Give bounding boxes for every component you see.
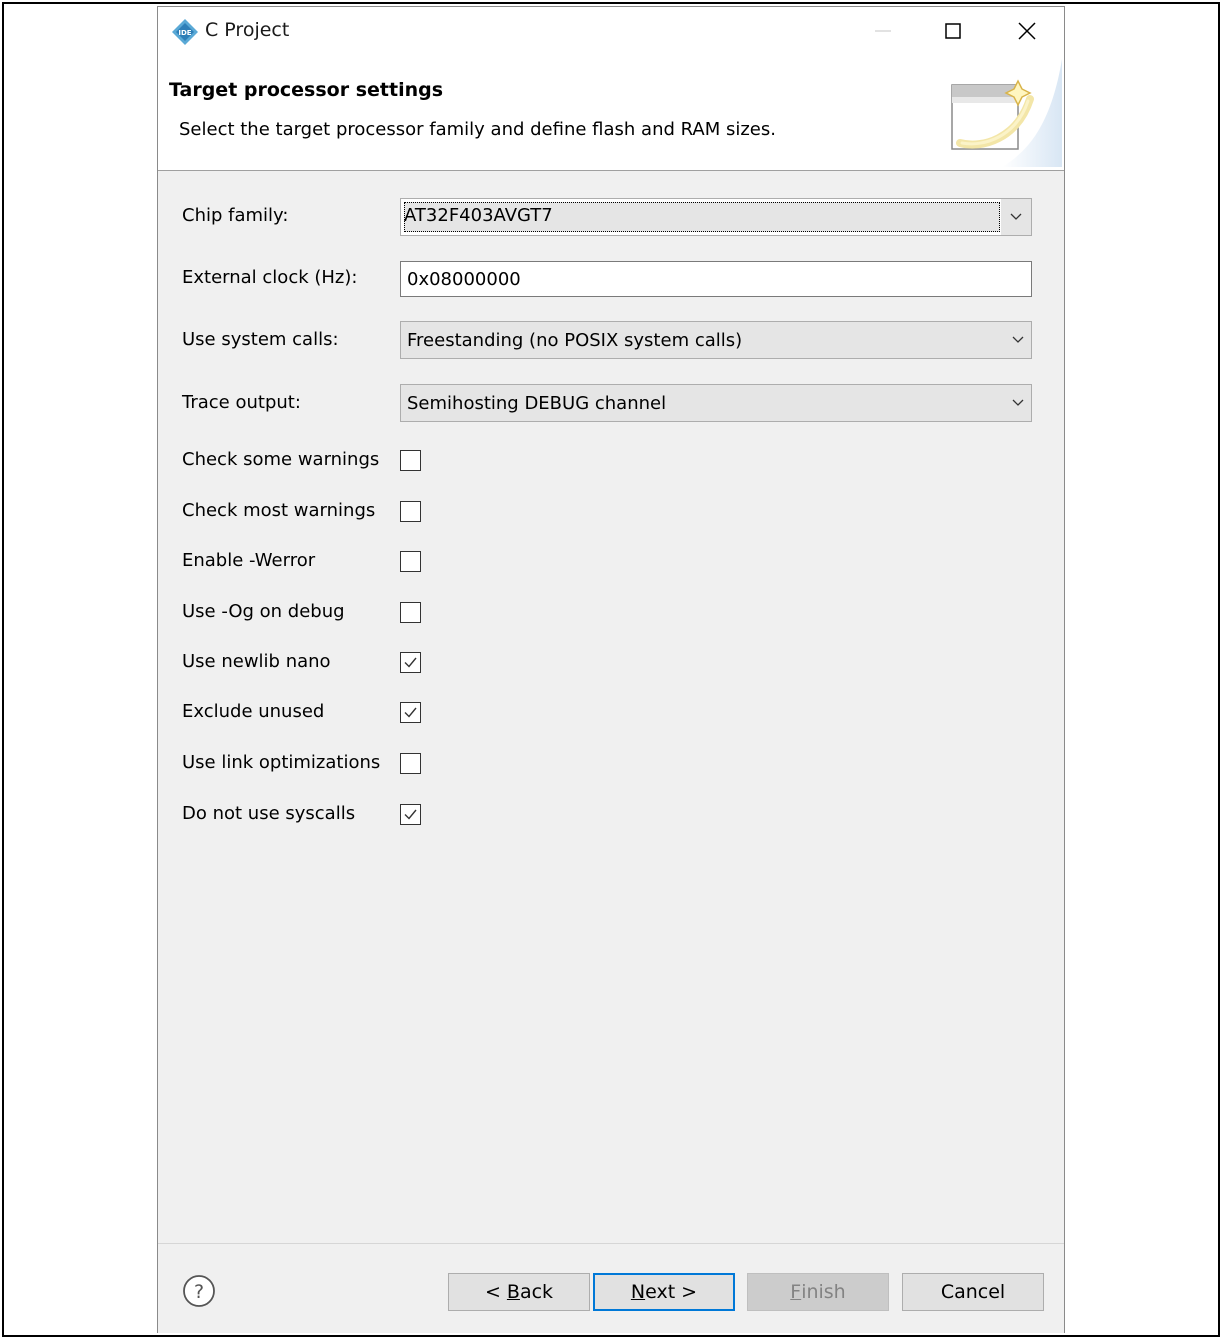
next-mnemonic: N [630, 1281, 646, 1303]
close-icon [1018, 22, 1036, 40]
do-not-use-syscalls-label: Do not use syscalls [182, 803, 356, 824]
trace-output-label: Trace output: [182, 392, 301, 413]
ide-icon: IDE [172, 19, 198, 45]
enable-werror-checkbox[interactable] [400, 551, 421, 572]
check-some-warnings-checkbox[interactable] [400, 450, 421, 471]
dropdown-button[interactable] [1001, 199, 1031, 235]
back-mnemonic: B [506, 1281, 520, 1303]
window-title: C Project [205, 19, 290, 41]
cancel-label: Cancel [940, 1281, 1006, 1303]
checkmark-icon [404, 707, 417, 718]
cancel-button[interactable]: Cancel [902, 1273, 1044, 1311]
next-rest: ext > [645, 1281, 698, 1303]
use-newlib-nano-label: Use newlib nano [182, 651, 331, 672]
chevron-down-icon [1010, 213, 1022, 220]
exclude-unused-label: Exclude unused [182, 701, 325, 722]
next-button[interactable]: Next > [593, 1273, 735, 1311]
settings-form: Chip family: AT32F403AVGT7 External cloc… [158, 171, 1064, 1243]
svg-text:?: ? [194, 1281, 204, 1303]
page-description: Select the target processor family and d… [179, 119, 776, 140]
title-bar[interactable]: IDE C Project [158, 7, 1064, 55]
check-some-warnings-label: Check some warnings [182, 449, 380, 470]
wizard-header: Target processor settings Select the tar… [158, 55, 1064, 171]
chip-family-combo[interactable]: AT32F403AVGT7 [400, 198, 1032, 236]
use-link-optimizations-label: Use link optimizations [182, 752, 381, 773]
chip-family-value: AT32F403AVGT7 [404, 205, 553, 226]
back-button[interactable]: < Back [448, 1273, 590, 1311]
minimize-icon [875, 30, 891, 32]
svg-text:IDE: IDE [178, 29, 191, 37]
enable-werror-label: Enable -Werror [182, 550, 316, 571]
help-icon[interactable]: ? [182, 1274, 216, 1308]
exclude-unused-checkbox[interactable] [400, 702, 421, 723]
chip-family-label: Chip family: [182, 205, 289, 226]
use-link-optimizations-checkbox[interactable] [400, 753, 421, 774]
maximize-button[interactable] [918, 7, 988, 55]
chevron-down-icon [1012, 336, 1024, 343]
minimize-button[interactable] [848, 7, 918, 55]
system-calls-value: Freestanding (no POSIX system calls) [407, 330, 743, 351]
trace-output-value: Semihosting DEBUG channel [407, 393, 667, 414]
finish-mnemonic: F [790, 1281, 802, 1303]
back-rest: ack [519, 1281, 554, 1303]
c-project-dialog: IDE C Project Target processor settings … [157, 6, 1065, 1333]
system-calls-select[interactable]: Freestanding (no POSIX system calls) [400, 321, 1032, 359]
check-most-warnings-label: Check most warnings [182, 500, 376, 521]
do-not-use-syscalls-checkbox[interactable] [400, 804, 421, 825]
page-title: Target processor settings [169, 79, 444, 101]
trace-output-select[interactable]: Semihosting DEBUG channel [400, 384, 1032, 422]
external-clock-value: 0x08000000 [407, 269, 521, 290]
checkmark-icon [404, 657, 417, 668]
button-bar: ? < Back Next > Finish Cancel [158, 1243, 1064, 1333]
chevron-down-icon [1012, 399, 1024, 406]
external-clock-label: External clock (Hz): [182, 267, 358, 288]
back-prefix: < [484, 1281, 507, 1303]
close-button[interactable] [992, 7, 1062, 55]
external-clock-input[interactable]: 0x08000000 [400, 261, 1032, 297]
check-most-warnings-checkbox[interactable] [400, 501, 421, 522]
checkmark-icon [404, 809, 417, 820]
finish-button[interactable]: Finish [747, 1273, 889, 1311]
new-window-wizard-icon [951, 59, 1062, 167]
maximize-icon [945, 23, 961, 39]
use-og-on-debug-checkbox[interactable] [400, 602, 421, 623]
use-og-on-debug-label: Use -Og on debug [182, 601, 345, 622]
finish-rest: inish [801, 1281, 846, 1303]
system-calls-label: Use system calls: [182, 329, 339, 350]
use-newlib-nano-checkbox[interactable] [400, 652, 421, 673]
